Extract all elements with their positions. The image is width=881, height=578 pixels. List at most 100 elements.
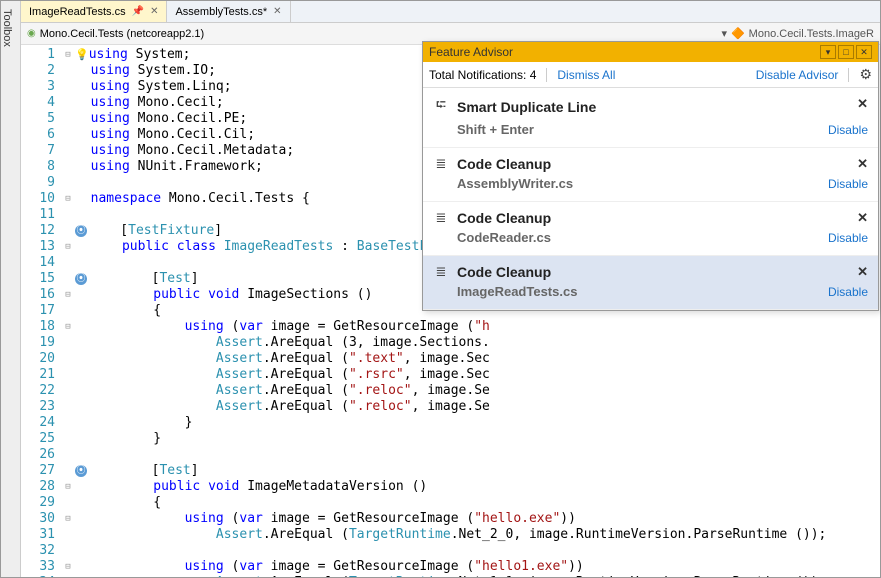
- notification-close-icon[interactable]: ✕: [857, 156, 868, 172]
- test-run-icon[interactable]: ⦿: [75, 273, 87, 285]
- fold-empty: [61, 63, 75, 79]
- fold-empty: [61, 415, 75, 431]
- code-line[interactable]: using (var image = GetResourceImage ("h: [75, 319, 880, 335]
- code-line[interactable]: }: [75, 415, 880, 431]
- toolbox-sidebar-tab[interactable]: Toolbox: [1, 1, 21, 577]
- context-right[interactable]: ▾ 🔶 Mono.Cecil.Tests.ImageR: [721, 27, 874, 40]
- notification-disable-link[interactable]: Disable: [828, 231, 868, 245]
- line-number: 32: [21, 543, 55, 559]
- code-line[interactable]: Assert.AreEqual (3, image.Sections.: [75, 335, 880, 351]
- dismiss-all-link[interactable]: Dismiss All: [557, 68, 615, 82]
- fold-toggle-icon[interactable]: ⊟: [61, 319, 75, 335]
- fold-toggle-icon[interactable]: ⊟: [61, 239, 75, 255]
- code-line[interactable]: [75, 543, 880, 559]
- line-number: 26: [21, 447, 55, 463]
- notification-subtitle: CodeReader.cs: [457, 230, 868, 245]
- gear-icon[interactable]: ⚙: [859, 66, 872, 83]
- fold-empty: [61, 447, 75, 463]
- document-tabs: ImageReadTests.cs📌✕AssemblyTests.cs*✕: [21, 1, 880, 23]
- advisor-toolbar: Total Notifications: 4 Dismiss All Disab…: [423, 62, 878, 88]
- advisor-maximize-button[interactable]: □: [838, 45, 854, 59]
- line-number: 25: [21, 431, 55, 447]
- fold-empty: [61, 399, 75, 415]
- test-run-icon[interactable]: ⦿: [75, 225, 87, 237]
- line-number: 34: [21, 575, 55, 577]
- line-number: 3: [21, 79, 55, 95]
- notification-item[interactable]: ≣Code CleanupImageReadTests.cs✕Disable: [423, 256, 878, 310]
- context-left[interactable]: ◉ Mono.Cecil.Tests (netcoreapp2.1): [27, 28, 204, 40]
- notification-subtitle: ImageReadTests.cs: [457, 284, 868, 299]
- code-line[interactable]: ⦿ [Test]: [75, 463, 880, 479]
- fold-toggle-icon[interactable]: ⊟: [61, 479, 75, 495]
- code-line[interactable]: [75, 447, 880, 463]
- code-line[interactable]: }: [75, 431, 880, 447]
- line-number: 19: [21, 335, 55, 351]
- notification-type-icon: ≣: [433, 156, 449, 172]
- code-line[interactable]: using (var image = GetResourceImage ("he…: [75, 559, 880, 575]
- tab-label: AssemblyTests.cs*: [175, 6, 267, 18]
- line-number: 20: [21, 351, 55, 367]
- fold-empty: [61, 495, 75, 511]
- fold-empty: [61, 367, 75, 383]
- fold-empty: [61, 527, 75, 543]
- fold-empty: [61, 159, 75, 175]
- notification-close-icon[interactable]: ✕: [857, 210, 868, 226]
- fold-toggle-icon[interactable]: ⊟: [61, 287, 75, 303]
- notification-type-icon: ≣: [433, 264, 449, 280]
- notification-item[interactable]: ≣Code CleanupCodeReader.cs✕Disable: [423, 202, 878, 256]
- line-number: 6: [21, 127, 55, 143]
- notification-item[interactable]: ⮓ Smart Duplicate Line Shift + Enter ✕ Disab…: [423, 88, 878, 148]
- line-number: 28: [21, 479, 55, 495]
- line-number: 12: [21, 223, 55, 239]
- code-line[interactable]: Assert.AreEqual (TargetRuntime.Net_2_0, …: [75, 527, 880, 543]
- context-scope: Mono.Cecil.Tests (netcoreapp2.1): [40, 28, 204, 40]
- advisor-dropdown-button[interactable]: ▾: [820, 45, 836, 59]
- code-line[interactable]: public void ImageMetadataVersion (): [75, 479, 880, 495]
- notification-disable-link[interactable]: Disable: [828, 177, 868, 191]
- test-run-icon[interactable]: ⦿: [75, 465, 87, 477]
- code-line[interactable]: Assert.AreEqual (".text", image.Sec: [75, 351, 880, 367]
- line-number: 8: [21, 159, 55, 175]
- notification-list: ⮓ Smart Duplicate Line Shift + Enter ✕ Disab…: [423, 88, 878, 310]
- notification-close-icon[interactable]: ✕: [857, 264, 868, 280]
- line-number: 14: [21, 255, 55, 271]
- notification-type-icon: ⮓: [433, 96, 449, 118]
- advisor-titlebar[interactable]: Feature Advisor ▾ □ ✕: [423, 42, 878, 62]
- fold-empty: [61, 111, 75, 127]
- code-line[interactable]: Assert.AreEqual (".rsrc", image.Sec: [75, 367, 880, 383]
- line-number: 29: [21, 495, 55, 511]
- fold-toggle-icon[interactable]: ⊟: [61, 191, 75, 207]
- advisor-close-button[interactable]: ✕: [856, 45, 872, 59]
- document-tab[interactable]: AssemblyTests.cs* ✕: [167, 1, 290, 22]
- notification-subtitle: Shift + Enter: [457, 122, 868, 137]
- line-number: 9: [21, 175, 55, 191]
- notification-disable-link[interactable]: Disable: [828, 123, 868, 137]
- notification-item[interactable]: ≣Code CleanupAssemblyWriter.cs✕Disable: [423, 148, 878, 202]
- code-line[interactable]: Assert.AreEqual (".reloc", image.Se: [75, 383, 880, 399]
- member-icon: 🔶: [731, 27, 745, 40]
- line-number: 10: [21, 191, 55, 207]
- fold-gutter[interactable]: ⊟ ⊟ ⊟ ⊟ ⊟ ⊟ ⊟ ⊟: [61, 45, 75, 577]
- line-number: 7: [21, 143, 55, 159]
- line-number: 21: [21, 367, 55, 383]
- fold-toggle-icon[interactable]: ⊟: [61, 559, 75, 575]
- notification-title: Smart Duplicate Line: [457, 99, 596, 115]
- tab-close-icon[interactable]: ✕: [150, 6, 158, 17]
- separator: [848, 68, 849, 82]
- lightbulb-icon[interactable]: 💡: [75, 48, 89, 61]
- code-line[interactable]: using (var image = GetResourceImage ("he…: [75, 511, 880, 527]
- code-line[interactable]: Assert.AreEqual (".reloc", image.Se: [75, 399, 880, 415]
- dropdown-icon: ▾: [721, 27, 727, 40]
- notification-close-icon[interactable]: ✕: [857, 96, 868, 112]
- context-member: Mono.Cecil.Tests.ImageR: [749, 28, 874, 40]
- pin-icon[interactable]: 📌: [132, 6, 144, 17]
- fold-toggle-icon[interactable]: ⊟: [61, 47, 75, 63]
- disable-advisor-link[interactable]: Disable Advisor: [756, 68, 839, 82]
- code-line[interactable]: {: [75, 495, 880, 511]
- document-tab[interactable]: ImageReadTests.cs📌✕: [21, 1, 167, 22]
- notification-disable-link[interactable]: Disable: [828, 285, 868, 299]
- code-line[interactable]: Assert.AreEqual (TargetRuntime.Net_1_1, …: [75, 575, 880, 577]
- fold-toggle-icon[interactable]: ⊟: [61, 511, 75, 527]
- line-number: 22: [21, 383, 55, 399]
- tab-close-icon[interactable]: ✕: [273, 6, 281, 17]
